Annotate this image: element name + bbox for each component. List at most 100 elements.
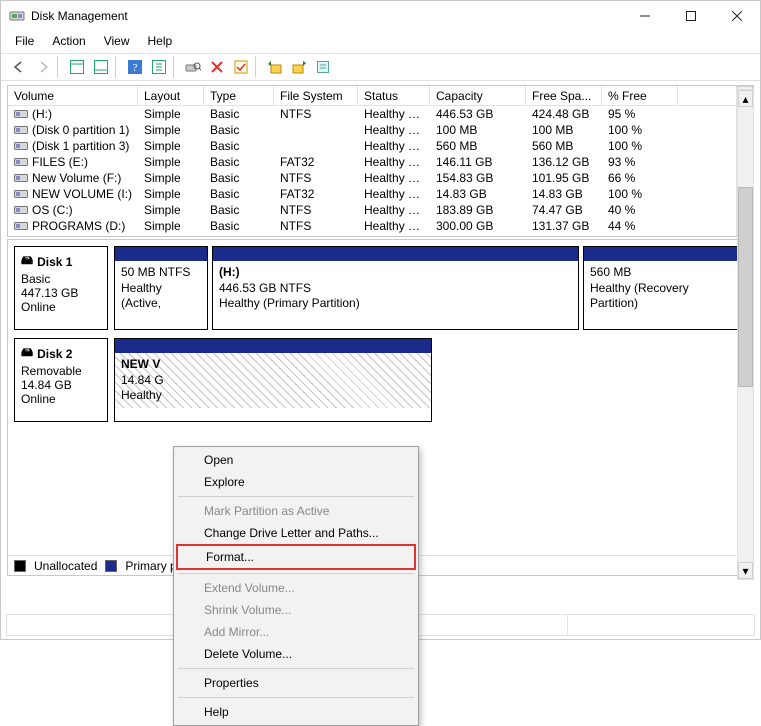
menu-help[interactable]: Help (140, 32, 181, 50)
view-bottom-icon[interactable] (89, 55, 113, 79)
disk1-type: Basic (21, 272, 101, 286)
volume-type: Basic (204, 187, 274, 201)
disk1-part-0[interactable]: 50 MB NTFS Healthy (Active, (114, 246, 208, 330)
ctx-open[interactable]: Open (176, 449, 416, 471)
volume-name: (Disk 1 partition 3) (32, 139, 129, 153)
volume-capacity: 300.00 GB (430, 219, 526, 233)
toolbar: ? (1, 53, 760, 81)
volume-pfree: 100 % (602, 187, 678, 201)
col-layout[interactable]: Layout (138, 86, 204, 105)
settings-icon[interactable] (147, 55, 171, 79)
part-line2: Healthy (Primary Partition) (219, 296, 572, 312)
disk1-part-1[interactable]: (H:) 446.53 GB NTFS Healthy (Primary Par… (212, 246, 579, 330)
delete-icon[interactable] (205, 55, 229, 79)
volume-row[interactable]: OS (C:)SimpleBasicNTFSHealthy (B...183.8… (8, 202, 736, 218)
volume-name: PROGRAMS (D:) (32, 219, 125, 233)
volume-name: FILES (E:) (32, 155, 88, 169)
disk1-part-2[interactable]: 560 MB Healthy (Recovery Partition) (583, 246, 747, 330)
volume-row[interactable]: FILES (E:)SimpleBasicFAT32Healthy (A...1… (8, 154, 736, 170)
back-button[interactable] (7, 55, 31, 79)
volume-fs: NTFS (274, 107, 358, 121)
volume-type: Basic (204, 139, 274, 153)
menu-file[interactable]: File (7, 32, 42, 50)
col-filesystem[interactable]: File System (274, 86, 358, 105)
menu-view[interactable]: View (96, 32, 138, 50)
col-type[interactable]: Type (204, 86, 274, 105)
maximize-button[interactable] (668, 1, 714, 31)
minimize-button[interactable] (622, 1, 668, 31)
disk2-type: Removable (21, 364, 101, 378)
ctx-format[interactable]: Format... (176, 544, 416, 570)
ctx-change-drive-letter[interactable]: Change Drive Letter and Paths... (176, 522, 416, 544)
volume-layout: Simple (138, 171, 204, 185)
volume-capacity: 14.83 GB (430, 187, 526, 201)
title-bar: Disk Management (1, 1, 760, 31)
view-top-icon[interactable] (65, 55, 89, 79)
col-capacity[interactable]: Capacity (430, 86, 526, 105)
drive-icon (14, 188, 28, 200)
export-icon[interactable] (287, 55, 311, 79)
apply-icon[interactable] (229, 55, 253, 79)
volume-pfree: 66 % (602, 171, 678, 185)
volume-type: Basic (204, 123, 274, 137)
drive-icon (14, 220, 28, 232)
volume-name: NEW VOLUME (I:) (32, 187, 132, 201)
volume-free: 100 MB (526, 123, 602, 137)
disk-hdd-icon: 🖴 (21, 251, 33, 272)
col-percentfree[interactable]: % Free (602, 86, 678, 105)
volume-fs: NTFS (274, 219, 358, 233)
ctx-extend-volume: Extend Volume... (176, 577, 416, 599)
ctx-help[interactable]: Help (176, 701, 416, 723)
volume-row[interactable]: (Disk 1 partition 3)SimpleBasicHealthy (… (8, 138, 736, 154)
disk-info-1[interactable]: 🖴Disk 1 Basic 447.13 GB Online (14, 246, 108, 330)
ctx-properties[interactable]: Properties (176, 672, 416, 694)
col-freespace[interactable]: Free Spa... (526, 86, 602, 105)
window-title: Disk Management (31, 9, 128, 23)
volume-free: 131.37 GB (526, 219, 602, 233)
volume-row[interactable]: New Volume (F:)SimpleBasicNTFSHealthy (P… (8, 170, 736, 186)
drive-icon (14, 172, 28, 184)
volume-layout: Simple (138, 155, 204, 169)
col-status[interactable]: Status (358, 86, 430, 105)
outer-scrollbar[interactable]: ▴ ▾ (737, 89, 754, 580)
volume-pfree: 44 % (602, 219, 678, 233)
disk-info-2[interactable]: 🖴Disk 2 Removable 14.84 GB Online (14, 338, 108, 422)
menu-action[interactable]: Action (44, 32, 93, 50)
scroll-down-icon[interactable]: ▾ (738, 562, 753, 579)
svg-text:?: ? (133, 62, 138, 74)
close-button[interactable] (714, 1, 760, 31)
disk1-status: Online (21, 300, 101, 314)
legend-primary: Primary p (125, 559, 176, 573)
volume-name: OS (C:) (32, 203, 73, 217)
disk-row-1: 🖴Disk 1 Basic 447.13 GB Online 50 MB NTF… (14, 246, 747, 330)
disk1-label: Disk 1 (37, 255, 72, 269)
volume-list-pane: Volume Layout Type File System Status Ca… (7, 85, 754, 237)
volume-status: Healthy (B... (358, 203, 430, 217)
ctx-delete-volume[interactable]: Delete Volume... (176, 643, 416, 665)
volume-row[interactable]: NEW VOLUME (I:)SimpleBasicFAT32Healthy (… (8, 186, 736, 202)
forward-button[interactable] (31, 55, 55, 79)
disk-row-2: 🖴Disk 2 Removable 14.84 GB Online NEW V … (14, 338, 747, 422)
ctx-shrink-volume: Shrink Volume... (176, 599, 416, 621)
part-title: (H:) (219, 265, 572, 281)
volume-status: Healthy (A... (358, 155, 430, 169)
app-icon (9, 8, 25, 24)
volume-row[interactable]: PROGRAMS (D:)SimpleBasicNTFSHealthy (P..… (8, 218, 736, 234)
col-volume[interactable]: Volume (8, 86, 138, 105)
menu-bar: File Action View Help (1, 31, 760, 51)
volume-columns: Volume Layout Type File System Status Ca… (8, 86, 736, 106)
part-line1: 50 MB NTFS (121, 265, 201, 281)
ctx-mark-partition-active: Mark Partition as Active (176, 500, 416, 522)
volume-row[interactable]: (Disk 0 partition 1)SimpleBasicHealthy (… (8, 122, 736, 138)
rescan-icon[interactable] (181, 55, 205, 79)
help-icon[interactable]: ? (123, 55, 147, 79)
volume-row[interactable]: (H:)SimpleBasicNTFSHealthy (P...446.53 G… (8, 106, 736, 122)
scroll-up-icon[interactable]: ▴ (738, 90, 753, 107)
part-line1: 14.84 G (121, 373, 425, 389)
volume-pfree: 93 % (602, 155, 678, 169)
properties-icon[interactable] (311, 55, 335, 79)
ctx-explore[interactable]: Explore (176, 471, 416, 493)
disk2-part-0[interactable]: NEW V 14.84 G Healthy (114, 338, 432, 422)
part-line2: Healthy (Active, (121, 281, 201, 312)
import-icon[interactable] (263, 55, 287, 79)
